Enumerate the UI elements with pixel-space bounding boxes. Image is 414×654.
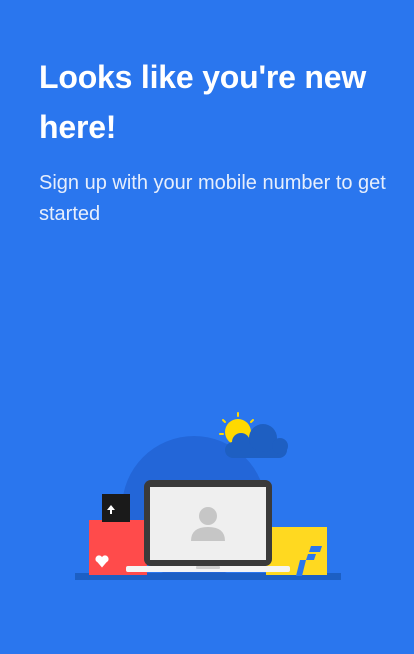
- login-info-panel: Looks like you're new here! Sign up with…: [0, 0, 414, 654]
- black-box: [102, 494, 130, 522]
- signup-illustration: [75, 412, 341, 580]
- signup-subtitle: Sign up with your mobile number to get s…: [39, 172, 386, 225]
- page-title: Looks like you're new here!: [39, 59, 367, 145]
- laptop-icon: [126, 480, 290, 572]
